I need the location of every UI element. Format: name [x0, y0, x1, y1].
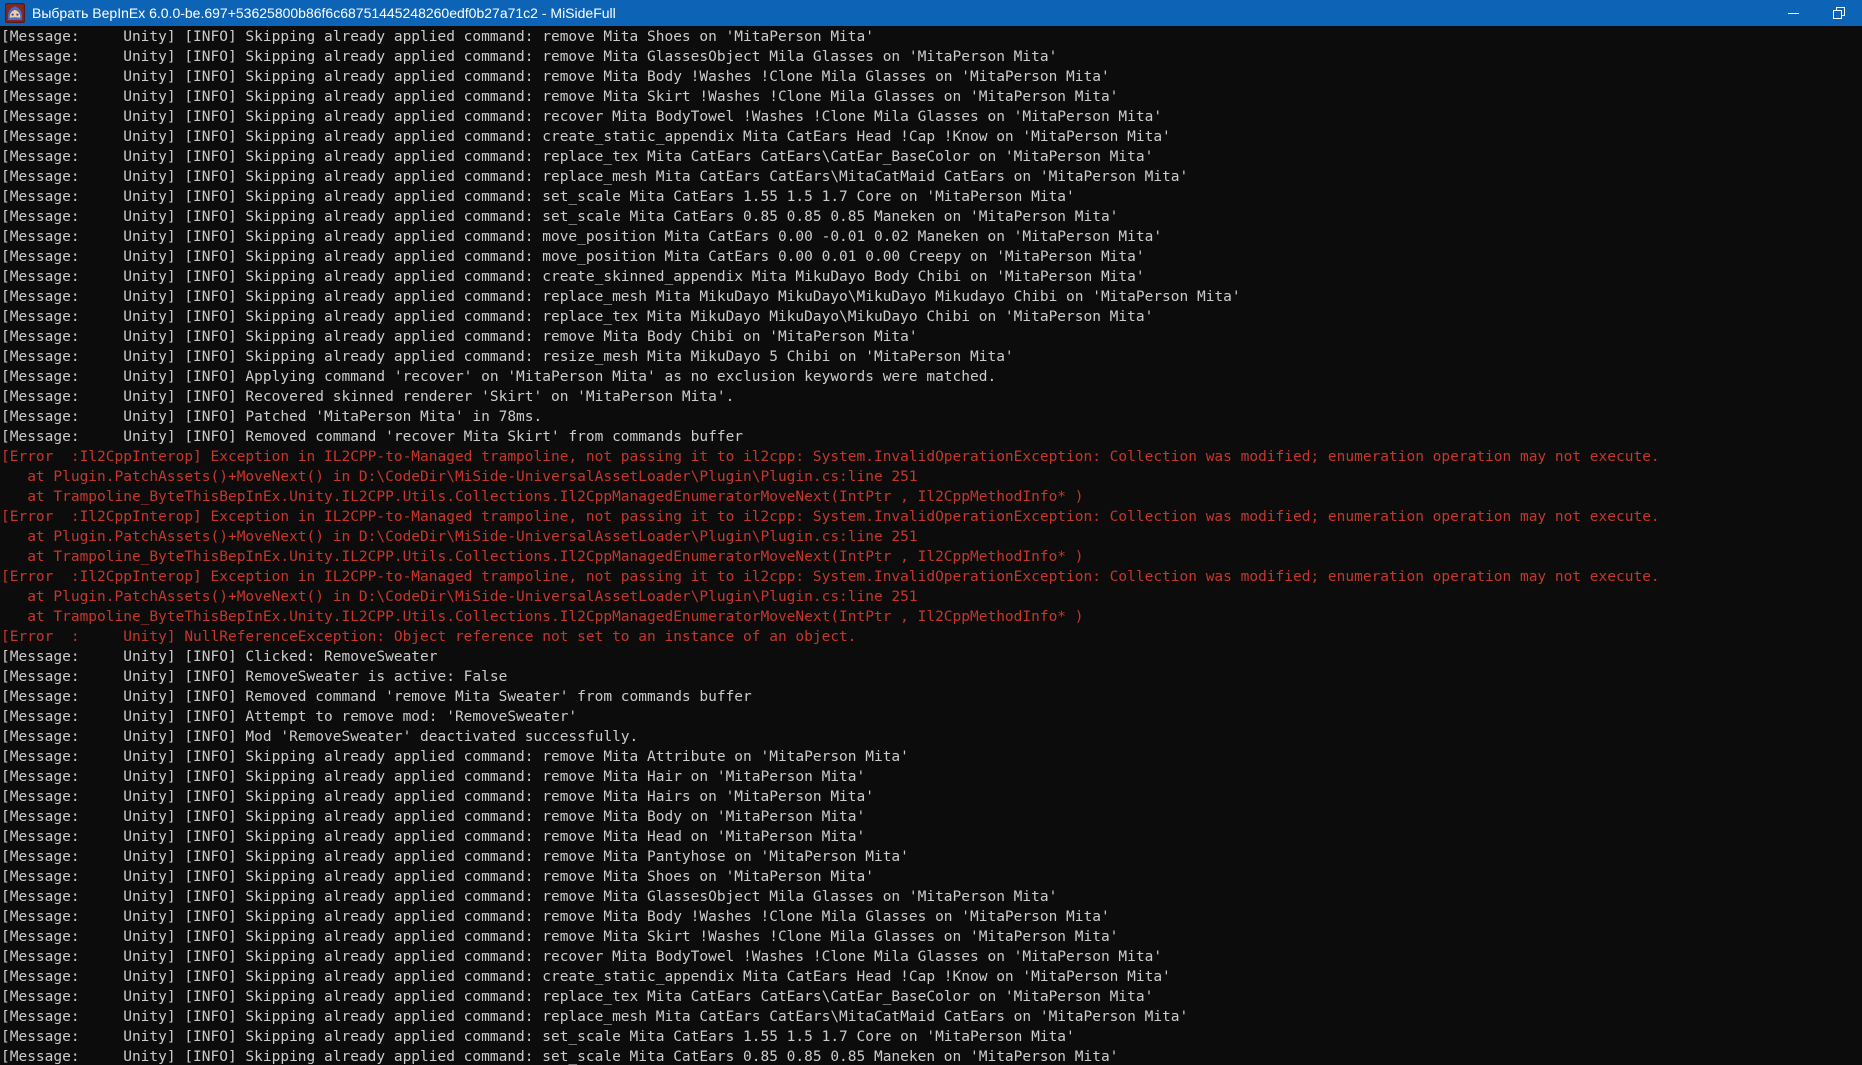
log-line: [Message: Unity] [INFO] Skipping already…	[1, 1027, 1862, 1047]
restore-button[interactable]	[1816, 0, 1862, 26]
log-line: [Message: Unity] [INFO] Skipping already…	[1, 807, 1862, 827]
log-line: [Message: Unity] [INFO] Skipping already…	[1, 1007, 1862, 1027]
log-line: [Message: Unity] [INFO] Skipping already…	[1, 827, 1862, 847]
log-line: [Error : Unity] NullReferenceException: …	[1, 627, 1862, 647]
log-line: [Message: Unity] [INFO] Skipping already…	[1, 67, 1862, 87]
log-line: [Message: Unity] [INFO] Skipping already…	[1, 107, 1862, 127]
log-line: at Trampoline_ByteThisBepInEx.Unity.IL2C…	[1, 607, 1862, 627]
log-line: [Message: Unity] [INFO] Skipping already…	[1, 287, 1862, 307]
log-line: at Plugin.PatchAssets()+MoveNext() in D:…	[1, 467, 1862, 487]
log-line: [Message: Unity] [INFO] RemoveSweater is…	[1, 667, 1862, 687]
log-line: [Message: Unity] [INFO] Skipping already…	[1, 787, 1862, 807]
log-line: [Message: Unity] [INFO] Recovered skinne…	[1, 387, 1862, 407]
log-line: [Message: Unity] [INFO] Skipping already…	[1, 47, 1862, 67]
log-line: [Message: Unity] [INFO] Skipping already…	[1, 307, 1862, 327]
log-line: at Trampoline_ByteThisBepInEx.Unity.IL2C…	[1, 487, 1862, 507]
log-line: [Message: Unity] [INFO] Skipping already…	[1, 127, 1862, 147]
log-line: [Error :Il2CppInterop] Exception in IL2C…	[1, 567, 1862, 587]
minimize-icon	[1788, 13, 1799, 14]
window-title: Выбрать BepInEx 6.0.0-be.697+53625800b86…	[32, 5, 616, 21]
log-line: [Message: Unity] [INFO] Attempt to remov…	[1, 707, 1862, 727]
log-line: [Message: Unity] [INFO] Skipping already…	[1, 1047, 1862, 1065]
log-line: at Plugin.PatchAssets()+MoveNext() in D:…	[1, 587, 1862, 607]
log-line: [Message: Unity] [INFO] Skipping already…	[1, 247, 1862, 267]
log-line: [Message: Unity] [INFO] Skipping already…	[1, 747, 1862, 767]
log-line: [Message: Unity] [INFO] Skipping already…	[1, 987, 1862, 1007]
log-line: [Message: Unity] [INFO] Skipping already…	[1, 847, 1862, 867]
log-line: [Error :Il2CppInterop] Exception in IL2C…	[1, 507, 1862, 527]
log-line: [Message: Unity] [INFO] Skipping already…	[1, 887, 1862, 907]
log-line: [Message: Unity] [INFO] Patched 'MitaPer…	[1, 407, 1862, 427]
log-line: [Error :Il2CppInterop] Exception in IL2C…	[1, 447, 1862, 467]
log-line: [Message: Unity] [INFO] Removed command …	[1, 427, 1862, 447]
log-line: [Message: Unity] [INFO] Skipping already…	[1, 187, 1862, 207]
log-line: [Message: Unity] [INFO] Skipping already…	[1, 767, 1862, 787]
log-line: [Message: Unity] [INFO] Skipping already…	[1, 907, 1862, 927]
log-line: [Message: Unity] [INFO] Skipping already…	[1, 327, 1862, 347]
log-line: [Message: Unity] [INFO] Skipping already…	[1, 27, 1862, 47]
restore-icon	[1833, 7, 1845, 19]
log-line: [Message: Unity] [INFO] Skipping already…	[1, 947, 1862, 967]
log-line: [Message: Unity] [INFO] Skipping already…	[1, 967, 1862, 987]
log-line: [Message: Unity] [INFO] Skipping already…	[1, 867, 1862, 887]
log-line: [Message: Unity] [INFO] Skipping already…	[1, 87, 1862, 107]
log-line: [Message: Unity] [INFO] Applying command…	[1, 367, 1862, 387]
minimize-button[interactable]	[1770, 0, 1816, 26]
window-controls	[1770, 0, 1862, 26]
log-line: at Trampoline_ByteThisBepInEx.Unity.IL2C…	[1, 547, 1862, 567]
log-line: [Message: Unity] [INFO] Skipping already…	[1, 347, 1862, 367]
log-line: [Message: Unity] [INFO] Mod 'RemoveSweat…	[1, 727, 1862, 747]
log-line: [Message: Unity] [INFO] Skipping already…	[1, 207, 1862, 227]
log-line: [Message: Unity] [INFO] Removed command …	[1, 687, 1862, 707]
log-line: [Message: Unity] [INFO] Skipping already…	[1, 227, 1862, 247]
titlebar[interactable]: Выбрать BepInEx 6.0.0-be.697+53625800b86…	[0, 0, 1862, 26]
app-icon	[5, 3, 25, 23]
log-line: [Message: Unity] [INFO] Skipping already…	[1, 167, 1862, 187]
log-line: at Plugin.PatchAssets()+MoveNext() in D:…	[1, 527, 1862, 547]
log-line: [Message: Unity] [INFO] Skipping already…	[1, 147, 1862, 167]
console-window: Выбрать BepInEx 6.0.0-be.697+53625800b86…	[0, 0, 1862, 1065]
log-line: [Message: Unity] [INFO] Clicked: RemoveS…	[1, 647, 1862, 667]
log-line: [Message: Unity] [INFO] Skipping already…	[1, 267, 1862, 287]
console-output[interactable]: [Message: Unity] [INFO] Skipping already…	[0, 26, 1862, 1065]
log-line: [Message: Unity] [INFO] Skipping already…	[1, 927, 1862, 947]
